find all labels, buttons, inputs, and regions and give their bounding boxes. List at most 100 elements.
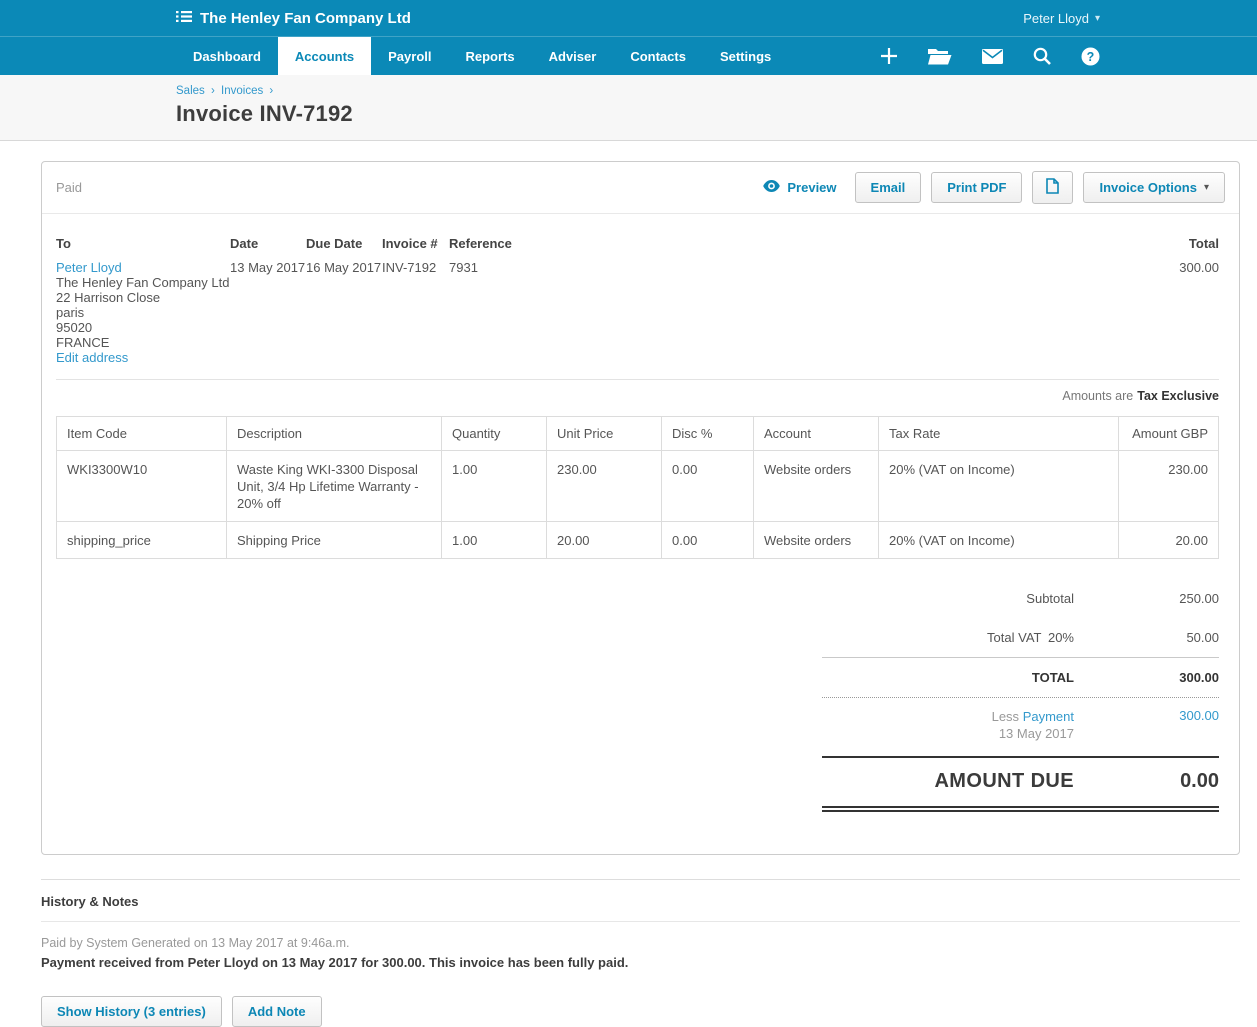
history-section: History & Notes Paid by System Generated… <box>41 879 1240 1027</box>
cell-description: Waste King WKI-3300 Disposal Unit, 3/4 H… <box>227 451 442 522</box>
total-label: Total <box>1099 236 1219 251</box>
due-date-block: Due Date 16 May 2017 <box>306 236 382 365</box>
preview-button[interactable]: Preview <box>763 180 836 195</box>
less-text: Less <box>992 709 1019 724</box>
col-account: Account <box>754 417 879 451</box>
cell-unit-price: 20.00 <box>547 522 662 559</box>
tab-adviser[interactable]: Adviser <box>532 37 614 75</box>
payment-amount: 300.00 <box>1074 708 1219 723</box>
tab-payroll[interactable]: Payroll <box>371 37 448 75</box>
reference-label: Reference <box>449 236 1099 251</box>
total-block: Total 300.00 <box>1099 236 1219 365</box>
invoice-number-label: Invoice # <box>382 236 449 251</box>
help-icon[interactable]: ? <box>1081 47 1100 66</box>
grand-total-label: TOTAL <box>822 670 1074 685</box>
cell-account: Website orders <box>754 451 879 522</box>
invoice-number-value: INV-7192 <box>382 260 449 275</box>
copy-document-icon <box>1046 178 1059 197</box>
total-value: 300.00 <box>1099 260 1219 275</box>
amount-due-value: 0.00 <box>1074 770 1219 793</box>
search-icon[interactable] <box>1033 47 1051 65</box>
vat-label: Total VAT 20% <box>822 630 1074 645</box>
eye-icon <box>763 180 780 195</box>
invoice-meta: To Peter Lloyd The Henley Fan Company Lt… <box>56 236 1219 365</box>
invoice-card: Paid Preview Email Print PDF <box>41 161 1240 855</box>
tab-settings[interactable]: Settings <box>703 37 788 75</box>
edit-address-link[interactable]: Edit address <box>56 350 128 365</box>
history-entries: Paid by System Generated on 13 May 2017 … <box>41 934 1240 972</box>
cell-description: Shipping Price <box>227 522 442 559</box>
org-list-icon <box>176 10 192 26</box>
cell-amount: 230.00 <box>1119 451 1219 522</box>
address-line: The Henley Fan Company Ltd <box>56 275 230 290</box>
contact-link[interactable]: Peter Lloyd <box>56 260 122 275</box>
col-quantity: Quantity <box>442 417 547 451</box>
amount-due-row: AMOUNT DUE 0.00 <box>822 756 1219 812</box>
mail-icon[interactable] <box>982 49 1003 64</box>
date-value: 13 May 2017 <box>230 260 306 275</box>
show-history-button[interactable]: Show History (3 entries) <box>41 996 222 1027</box>
col-unit-price: Unit Price <box>547 417 662 451</box>
col-disc: Disc % <box>662 417 754 451</box>
subtotal-label: Subtotal <box>822 591 1074 606</box>
cell-unit-price: 230.00 <box>547 451 662 522</box>
caret-down-icon: ▾ <box>1095 13 1100 24</box>
breadcrumb-invoices[interactable]: Invoices <box>221 85 263 97</box>
history-entry-meta: Paid by System Generated on 13 May 2017 … <box>41 934 1240 952</box>
tab-accounts[interactable]: Accounts <box>278 37 371 75</box>
folder-icon[interactable] <box>928 48 952 65</box>
to-label: To <box>56 236 230 251</box>
tab-reports[interactable]: Reports <box>449 37 532 75</box>
cell-amount: 20.00 <box>1119 522 1219 559</box>
bill-to-block: To Peter Lloyd The Henley Fan Company Lt… <box>56 236 230 365</box>
copy-invoice-button[interactable] <box>1032 171 1073 204</box>
print-pdf-button[interactable]: Print PDF <box>931 172 1022 203</box>
invoice-card-header: Paid Preview Email Print PDF <box>42 162 1239 214</box>
cell-disc: 0.00 <box>662 522 754 559</box>
invoice-number-block: Invoice # INV-7192 <box>382 236 449 365</box>
org-switcher[interactable]: The Henley Fan Company Ltd <box>176 10 411 27</box>
history-title: History & Notes <box>41 894 1240 922</box>
date-block: Date 13 May 2017 <box>230 236 306 365</box>
invoice-options-label: Invoice Options <box>1099 180 1197 195</box>
cell-item-code: WKI3300W10 <box>57 451 227 522</box>
cell-quantity: 1.00 <box>442 451 547 522</box>
invoice-options-button[interactable]: Invoice Options ▾ <box>1083 172 1225 203</box>
breadcrumb-separator: › <box>211 85 215 97</box>
breadcrumb-sales[interactable]: Sales <box>176 85 205 97</box>
col-amount: Amount GBP <box>1119 417 1219 451</box>
page-title: Invoice INV-7192 <box>176 101 1257 127</box>
address-line: 22 Harrison Close <box>56 290 230 305</box>
payment-link[interactable]: Payment <box>1023 709 1074 724</box>
add-note-button[interactable]: Add Note <box>232 996 322 1027</box>
subtotal-row: Subtotal 250.00 <box>822 579 1219 618</box>
status-badge: Paid <box>56 180 82 195</box>
cell-account: Website orders <box>754 522 879 559</box>
grand-total-value: 300.00 <box>1074 670 1219 685</box>
cell-tax-rate: 20% (VAT on Income) <box>879 451 1119 522</box>
invoice-actions: Preview Email Print PDF Invoice Options … <box>763 171 1225 204</box>
main-nav: Dashboard Accounts Payroll Reports Advis… <box>0 37 1257 75</box>
payment-row: Less Payment 13 May 2017 300.00 <box>822 697 1219 754</box>
tab-dashboard[interactable]: Dashboard <box>176 37 278 75</box>
due-date-label: Due Date <box>306 236 382 251</box>
email-button[interactable]: Email <box>855 172 922 203</box>
address-line: 95020 <box>56 320 230 335</box>
col-item-code: Item Code <box>57 417 227 451</box>
page-header: Sales › Invoices › Invoice INV-7192 <box>0 75 1257 141</box>
cell-item-code: shipping_price <box>57 522 227 559</box>
cell-disc: 0.00 <box>662 451 754 522</box>
tab-contacts[interactable]: Contacts <box>613 37 703 75</box>
totals-block: Subtotal 250.00 Total VAT 20% 50.00 TOTA… <box>822 579 1219 812</box>
reference-block: Reference 7931 <box>449 236 1099 365</box>
invoice-card-body: To Peter Lloyd The Henley Fan Company Lt… <box>42 214 1239 854</box>
vat-row: Total VAT 20% 50.00 <box>822 618 1219 657</box>
address-line: FRANCE <box>56 335 230 350</box>
payment-date: 13 May 2017 <box>999 726 1074 741</box>
user-name: Peter Lloyd <box>1023 11 1089 26</box>
plus-icon[interactable] <box>880 47 898 65</box>
tax-mode: Tax Exclusive <box>1137 389 1219 403</box>
svg-text:?: ? <box>1087 50 1095 64</box>
user-menu[interactable]: Peter Lloyd ▾ <box>1023 11 1100 26</box>
caret-down-icon: ▾ <box>1204 182 1209 193</box>
